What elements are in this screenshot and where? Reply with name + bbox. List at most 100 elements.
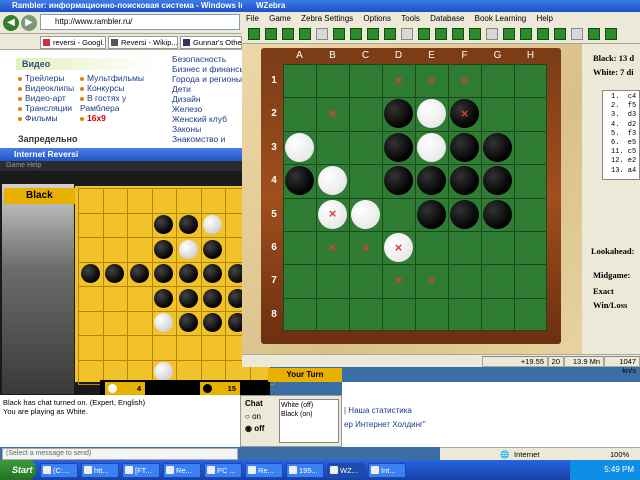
toolbar-button[interactable] — [333, 28, 345, 40]
link-video-art[interactable]: Видео-арт — [18, 93, 74, 103]
legal-move-marker[interactable]: × — [458, 106, 472, 121]
column-label: H — [526, 50, 535, 61]
chat-message-select[interactable]: (Select a message to send) — [2, 448, 238, 460]
link-category[interactable]: Законы — [172, 124, 242, 134]
chat-on-radio[interactable]: ○ on — [245, 412, 261, 421]
taskbar-button[interactable]: (C:... — [40, 463, 78, 478]
toolbar-button[interactable] — [571, 28, 583, 40]
menu-game[interactable]: Game — [269, 14, 291, 23]
menu-help[interactable]: Help — [536, 14, 552, 23]
app-icon — [371, 466, 379, 474]
stats-link[interactable]: | Наша статистика — [344, 406, 412, 415]
chat-off-radio[interactable]: ◉ off — [245, 424, 264, 433]
legal-move-marker[interactable]: × — [392, 73, 406, 88]
legal-move-marker[interactable]: × — [425, 73, 439, 88]
link-cartoons[interactable]: Мультфильмы — [80, 73, 144, 83]
menu-options[interactable]: Options — [363, 14, 391, 23]
taskbar-button[interactable]: Re... — [163, 463, 201, 478]
toolbar-button[interactable] — [367, 28, 379, 40]
legal-move-marker[interactable]: × — [425, 273, 439, 288]
wzebra-title-bar[interactable]: WZebra — [242, 0, 640, 12]
link-category[interactable]: Дети — [172, 84, 242, 94]
reversi-title-bar[interactable]: Internet Reversi — [0, 148, 242, 161]
taskbar-button[interactable]: 195... — [286, 463, 324, 478]
legal-move-marker[interactable]: × — [458, 73, 472, 88]
menu-book-learning[interactable]: Book Learning — [475, 14, 527, 23]
toolbar-button[interactable] — [299, 28, 311, 40]
toolbar-button[interactable] — [469, 28, 481, 40]
ie-title-bar[interactable]: Rambler: информационно-поисковая система… — [0, 0, 242, 12]
legal-move-marker[interactable]: × — [392, 240, 406, 255]
toolbar-button[interactable] — [503, 28, 515, 40]
toolbar-button[interactable] — [418, 28, 430, 40]
black-count-label: Black: 13 d — [593, 53, 635, 63]
toolbar-button[interactable] — [265, 28, 277, 40]
link-category[interactable]: Безопасность — [172, 54, 242, 64]
legal-move-marker[interactable]: × — [359, 240, 373, 255]
black-disc — [203, 313, 222, 332]
prohibited-heading: Запредельно — [18, 134, 78, 144]
start-button[interactable]: Start — [0, 460, 36, 480]
link-contests[interactable]: Конкурсы — [80, 83, 144, 93]
toolbar-button[interactable] — [554, 28, 566, 40]
link-trailers[interactable]: Трейлеры — [18, 73, 74, 83]
link-16x9[interactable]: 16x9 — [80, 113, 144, 123]
toolbar-button[interactable] — [537, 28, 549, 40]
video-section-title[interactable]: Видео — [16, 58, 156, 70]
link-category[interactable]: Знакомство и — [172, 134, 242, 144]
link-category[interactable]: Дизайн — [172, 94, 242, 104]
menu-file[interactable]: File — [246, 14, 259, 23]
menu-database[interactable]: Database — [430, 14, 464, 23]
black-disc — [384, 132, 413, 162]
link-films[interactable]: Фильмы — [18, 113, 74, 123]
taskbar-button[interactable]: WZ... — [327, 463, 365, 478]
menu-tools[interactable]: Tools — [401, 14, 420, 23]
white-disc — [351, 199, 380, 229]
legal-move-marker[interactable]: × — [326, 207, 340, 221]
toolbar-button[interactable] — [316, 28, 328, 40]
link-category[interactable]: Женский клуб — [172, 114, 242, 124]
back-icon[interactable]: ◀ — [3, 15, 19, 31]
menu-zebra-settings[interactable]: Zebra Settings — [301, 14, 353, 23]
holding-link[interactable]: ер Интернет Холдинг" — [344, 420, 426, 429]
taskbar-button[interactable]: Int... — [368, 463, 406, 478]
taskbar-button[interactable]: [FT... — [122, 463, 160, 478]
toolbar-button[interactable] — [384, 28, 396, 40]
legal-move-marker[interactable]: × — [326, 240, 340, 255]
tab-label: reversi - Googl... — [53, 38, 106, 47]
tab-gunnars-othello[interactable]: Gunnar's Othel — [180, 36, 242, 49]
toolbar-button[interactable] — [282, 28, 294, 40]
search-speed: 1047 kn/s — [604, 356, 640, 375]
link-broadcasts[interactable]: Трансляции — [18, 103, 74, 113]
toolbar-button[interactable] — [350, 28, 362, 40]
reversi-board[interactable] — [75, 186, 270, 382]
toolbar-button[interactable] — [248, 28, 260, 40]
app-icon — [84, 466, 92, 474]
toolbar-button[interactable] — [452, 28, 464, 40]
toolbar-button[interactable] — [520, 28, 532, 40]
link-category[interactable]: Бизнес и финансы — [172, 64, 242, 74]
toolbar-button[interactable] — [605, 28, 617, 40]
lookahead-label: Lookahead: — [591, 246, 635, 256]
taskbar-button[interactable]: Re... — [245, 463, 283, 478]
address-bar[interactable]: http://www.rambler.ru/ — [40, 14, 240, 30]
toolbar-button[interactable] — [401, 28, 413, 40]
legal-move-marker[interactable]: × — [326, 106, 340, 121]
link-rambler-guests[interactable]: В гостях у Рамблера — [80, 93, 140, 113]
link-category[interactable]: Железо — [172, 104, 242, 114]
toolbar-button[interactable] — [588, 28, 600, 40]
link-category[interactable]: Города и регионы — [172, 74, 242, 84]
tab-reversi-google[interactable]: reversi - Googl... — [40, 36, 106, 49]
black-disc — [450, 132, 479, 162]
move-list[interactable]: 1. c4 2. f5 3. d3 4. d2 5. f3 6. e5 11. … — [602, 90, 640, 180]
reversi-menu[interactable]: Game Help — [0, 161, 242, 171]
taskbar-button[interactable]: PC ... — [204, 463, 242, 478]
black-disc — [450, 166, 479, 196]
taskbar-button[interactable]: htt... — [81, 463, 119, 478]
forward-icon[interactable]: ▶ — [21, 15, 37, 31]
toolbar-button[interactable] — [486, 28, 498, 40]
link-videoclips[interactable]: Видеоклипы — [18, 83, 74, 93]
toolbar-button[interactable] — [435, 28, 447, 40]
legal-move-marker[interactable]: × — [392, 273, 406, 288]
tab-reversi-wikipedia[interactable]: Reversi - Wikip... — [108, 36, 178, 49]
